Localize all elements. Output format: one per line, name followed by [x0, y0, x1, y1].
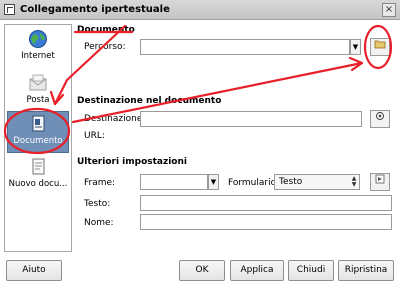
new-document-icon	[32, 158, 45, 175]
destinazione-label: Destinazione:	[84, 114, 146, 124]
sidebar-item-nuovo-documento[interactable]: Nuovo docu...	[7, 155, 69, 197]
reset-button[interactable]: Ripristina	[338, 260, 394, 281]
title-bar: Collegamento ipertestuale ×	[0, 0, 400, 20]
percorso-dropdown-button[interactable]: ▼	[350, 39, 361, 55]
events-icon	[375, 174, 385, 184]
arrow-head-folder	[348, 56, 364, 72]
globe-icon	[29, 30, 47, 48]
frame-input[interactable]	[140, 174, 208, 190]
testo-label: Testo:	[84, 199, 111, 209]
formulario-label: Formulario:	[228, 178, 280, 188]
sidebar-item-documento[interactable]: Documento	[7, 111, 69, 153]
document-icon	[32, 115, 45, 132]
sidebar-item-label: Internet	[21, 51, 55, 61]
nome-input[interactable]	[140, 214, 392, 230]
nome-label: Nome:	[84, 218, 114, 228]
sidebar-item-label: Documento	[13, 136, 63, 146]
mail-icon	[29, 74, 47, 91]
spin-arrows-icon: ▲ ▼	[351, 175, 357, 188]
ok-button[interactable]: OK	[179, 260, 225, 281]
sidebar-item-internet[interactable]: Internet	[7, 27, 69, 69]
target-in-document-button[interactable]	[370, 110, 390, 128]
close-button[interactable]: ×	[382, 3, 396, 17]
url-label: URL:	[84, 131, 105, 141]
sidebar-item-label: Posta	[26, 95, 50, 105]
testo-input[interactable]	[140, 195, 392, 211]
percorso-input[interactable]	[140, 39, 350, 55]
events-button[interactable]	[370, 173, 390, 191]
window-icon	[4, 4, 15, 15]
close-dialog-button[interactable]: Chiudi	[288, 260, 334, 281]
section-documento-title: Documento	[77, 25, 135, 35]
sidebar-item-label: Nuovo docu...	[8, 179, 68, 189]
formulario-select[interactable]: Testo ▲ ▼	[274, 174, 360, 190]
percorso-label: Percorso:	[84, 42, 126, 52]
open-file-button[interactable]	[370, 38, 390, 56]
target-icon	[376, 112, 384, 120]
destinazione-input[interactable]	[140, 111, 362, 127]
frame-dropdown-button[interactable]: ▼	[208, 174, 219, 190]
hyperlink-type-sidebar: Internet Posta Documento Nuovo docu...	[4, 24, 72, 252]
help-button[interactable]: Aiuto	[6, 260, 62, 281]
sidebar-item-posta[interactable]: Posta	[7, 71, 69, 113]
apply-button[interactable]: Applica	[230, 260, 284, 281]
formulario-selected-value: Testo	[279, 177, 303, 187]
section-ulteriori-title: Ulteriori impostazioni	[77, 157, 187, 167]
folder-icon	[374, 40, 386, 49]
section-destinazione-title: Destinazione nel documento	[77, 96, 222, 106]
frame-label: Frame:	[84, 178, 116, 188]
window-title: Collegamento ipertestuale	[20, 4, 170, 15]
